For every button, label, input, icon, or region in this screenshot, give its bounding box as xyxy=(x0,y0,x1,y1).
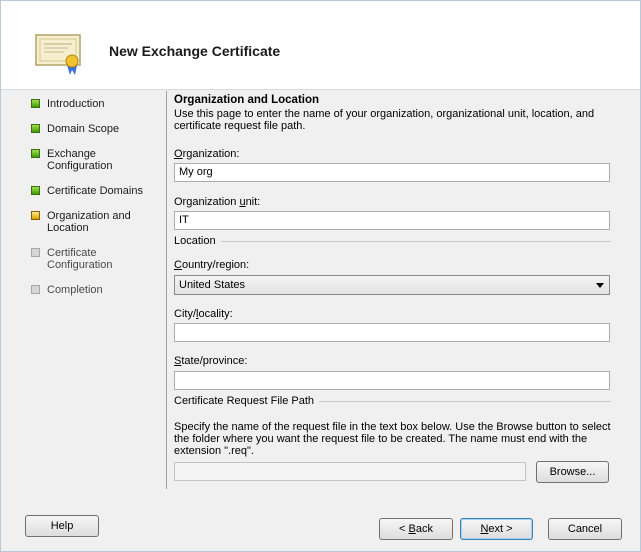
step-status-icon xyxy=(31,124,40,133)
city-field[interactable] xyxy=(174,323,610,342)
wizard-step: Certificate Domains xyxy=(31,185,161,197)
group-rule xyxy=(220,240,611,242)
wizard-step-label: Organization and Location xyxy=(47,210,131,234)
file-path-group-label: Certificate Request File Path xyxy=(174,395,315,407)
step-status-icon xyxy=(31,248,40,257)
browse-button[interactable]: Browse... xyxy=(536,461,609,483)
page-title: Organization and Location xyxy=(174,94,320,106)
wizard-step-label: Domain Scope xyxy=(47,123,120,135)
step-status-icon xyxy=(31,186,40,195)
wizard-step-label: Completion xyxy=(47,284,103,296)
file-path-group-title: Certificate Request File Path xyxy=(174,395,612,407)
wizard-step: Organization and Location xyxy=(31,210,161,234)
city-label: City/locality: xyxy=(174,308,233,320)
wizard-step: Introduction xyxy=(31,98,161,110)
location-group-title: Location xyxy=(174,235,611,247)
wizard-step: Completion xyxy=(31,284,161,296)
wizard-step: Domain Scope xyxy=(31,123,161,135)
back-button[interactable]: < Back xyxy=(379,518,453,540)
file-path-description: Specify the name of the request file in … xyxy=(174,421,611,457)
country-select[interactable]: United States xyxy=(174,275,610,295)
next-button[interactable]: Next > xyxy=(460,518,533,540)
step-status-icon xyxy=(31,149,40,158)
help-label: Help xyxy=(50,520,74,532)
wizard-step-label: Exchange Configuration xyxy=(47,148,113,172)
wizard-header: New Exchange Certificate xyxy=(1,1,640,90)
organization-field[interactable]: My org xyxy=(174,163,610,182)
wizard-step: Exchange Configuration xyxy=(31,148,161,172)
wizard-step-label: Certificate Domains xyxy=(47,185,143,197)
organization-label: Organization: xyxy=(174,148,240,160)
help-button[interactable]: Help xyxy=(25,515,99,537)
location-group-label: Location xyxy=(174,235,216,247)
cancel-button[interactable]: Cancel xyxy=(548,518,622,540)
country-value: United States xyxy=(179,279,246,291)
step-status-icon xyxy=(31,211,40,220)
wizard-step-label: Certificate Configuration xyxy=(47,247,113,271)
wizard-steps: Introduction Domain Scope Exchange Configu… xyxy=(31,98,161,309)
country-label: Country/region: xyxy=(174,259,250,271)
file-path-field[interactable] xyxy=(174,462,526,481)
org-unit-field[interactable]: IT xyxy=(174,211,610,230)
step-status-icon xyxy=(31,99,40,108)
state-label: State/province: xyxy=(174,355,248,367)
page-content: Organization and Location Use this page … xyxy=(174,94,611,132)
wizard-title: New Exchange Certificate xyxy=(109,43,281,59)
wizard-window: New Exchange Certificate Introduction Dom… xyxy=(0,0,641,552)
chevron-down-icon xyxy=(596,283,604,288)
divider xyxy=(166,91,167,489)
state-field[interactable] xyxy=(174,371,610,390)
step-status-icon xyxy=(31,285,40,294)
group-rule xyxy=(319,400,612,402)
page-description: Use this page to enter the name of your … xyxy=(174,108,595,132)
wizard-step-label: Introduction xyxy=(47,98,105,110)
org-unit-label: Organization unit: xyxy=(174,196,261,208)
certificate-icon xyxy=(35,34,81,75)
wizard-step: Certificate Configuration xyxy=(31,247,161,271)
